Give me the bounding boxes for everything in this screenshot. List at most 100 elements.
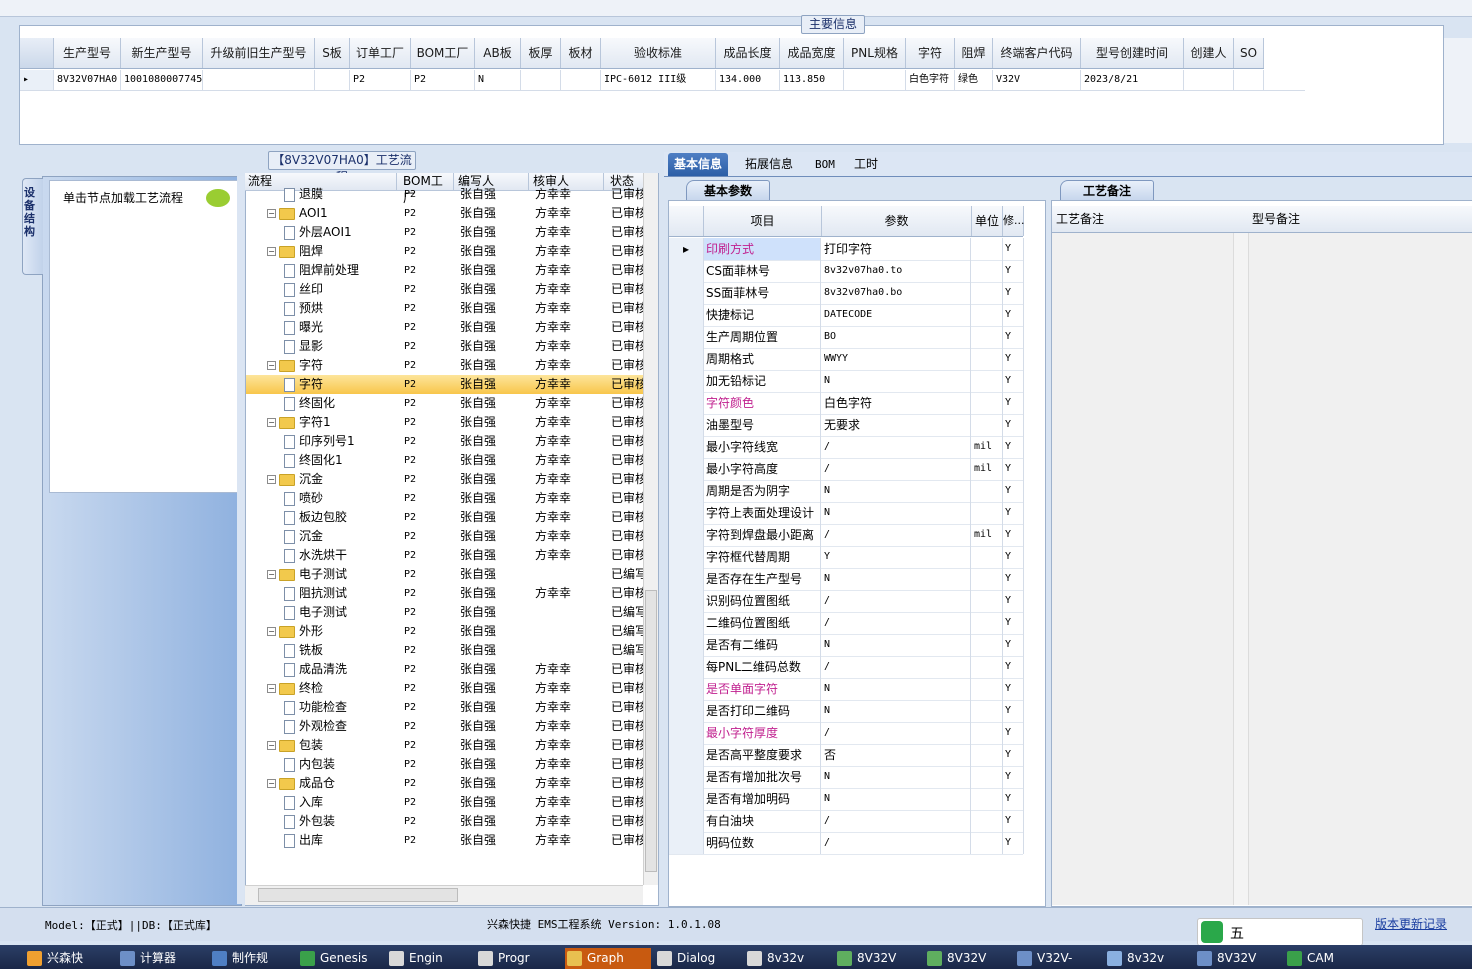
tree-row[interactable]: 电子测试 P2 张自强 已编写 <box>246 603 643 622</box>
process-note-scrollbar[interactable] <box>1233 233 1249 905</box>
tab-basic-info[interactable]: 基本信息 <box>668 153 729 176</box>
param-value[interactable]: N <box>822 634 971 656</box>
main-col-13[interactable]: 字符 <box>906 38 955 68</box>
main-col-8[interactable]: 板材 <box>561 38 601 68</box>
main-col-16[interactable]: 型号创建时间 <box>1081 38 1184 68</box>
main-info-row[interactable]: ▸ 8V32V07HA0 10010800077454 P2 P2 N IPC-6012 I… <box>20 70 1305 91</box>
tree-row[interactable]: 外观检查 P2 张自强 方幸幸 已审核 <box>246 717 643 736</box>
main-col-3[interactable]: S板 <box>315 38 350 68</box>
main-cell-1[interactable]: 10010800077454 <box>121 70 203 90</box>
param-item[interactable]: 是否有二维码 <box>704 634 821 656</box>
tree-vertical-scroll-thumb[interactable] <box>645 590 657 872</box>
main-cell-7[interactable] <box>521 70 561 90</box>
taskbar-button[interactable]: Graph <box>565 948 651 969</box>
param-item[interactable]: 字符上表面处理设计 <box>704 502 821 524</box>
param-row[interactable]: 字符上表面处理设计 N Y <box>669 502 1024 525</box>
tree-row[interactable]: 印序列号1 P2 张自强 方幸幸 已审核 <box>246 432 643 451</box>
tree-node[interactable]: 退膜 <box>284 185 396 204</box>
param-item[interactable]: CS面菲林号 <box>704 260 821 282</box>
tree-row[interactable]: − 字符 P2 张自强 方幸幸 已审核 <box>246 356 643 375</box>
param-row[interactable]: 明码位数 / Y <box>669 832 1024 855</box>
param-row[interactable]: 字符框代替周期 Y Y <box>669 546 1024 569</box>
param-value[interactable]: / <box>822 832 971 854</box>
tree-node[interactable]: 预烘 <box>284 299 396 318</box>
param-item[interactable]: 印刷方式 <box>704 238 821 260</box>
param-row[interactable]: 油墨型号 无要求 Y <box>669 414 1024 437</box>
param-item[interactable]: 最小字符线宽 <box>704 436 821 458</box>
tree-node[interactable]: 成品清洗 <box>284 660 396 679</box>
param-value[interactable]: 否 <box>822 744 971 766</box>
param-value[interactable]: / <box>822 612 971 634</box>
tree-node[interactable]: 电子测试 <box>284 603 396 622</box>
param-item[interactable]: 是否存在生产型号 <box>704 568 821 590</box>
tree-node[interactable]: 终固化1 <box>284 451 396 470</box>
param-value[interactable]: WWYY <box>822 348 971 370</box>
tree-row[interactable]: 丝印 P2 张自强 方幸幸 已审核 <box>246 280 643 299</box>
param-value[interactable]: N <box>822 370 971 392</box>
col-unit[interactable]: 单位 <box>972 206 1003 236</box>
tree-node[interactable]: − 字符1 <box>267 413 395 432</box>
main-cell-16[interactable]: 2023/8/21 <box>1081 70 1184 90</box>
main-cell-5[interactable]: P2 <box>411 70 475 90</box>
tree-node[interactable]: − 成品仓 <box>267 774 395 793</box>
taskbar-button[interactable]: 8V32V <box>835 948 921 969</box>
main-cell-15[interactable]: V32V <box>993 70 1081 90</box>
main-col-10[interactable]: 成品长度 <box>716 38 780 68</box>
tree-row[interactable]: 外层AOI1 P2 张自强 方幸幸 已审核 <box>246 223 643 242</box>
param-value[interactable]: / <box>822 458 971 480</box>
tree-row[interactable]: 字符 P2 张自强 方幸幸 已审核 <box>246 375 643 394</box>
tree-row[interactable]: 水洗烘干 P2 张自强 方幸幸 已审核 <box>246 546 643 565</box>
param-value[interactable]: DATECODE <box>822 304 971 326</box>
param-value[interactable]: 打印字符 <box>822 238 971 260</box>
tree-node[interactable]: 水洗烘干 <box>284 546 396 565</box>
main-cell-13[interactable]: 白色字符 <box>906 70 955 90</box>
expand-icon[interactable]: − <box>267 475 276 484</box>
tree-node[interactable]: − 电子测试 <box>267 565 395 584</box>
param-row[interactable]: 是否打印二维码 N Y <box>669 700 1024 723</box>
param-item[interactable]: 最小字符厚度 <box>704 722 821 744</box>
taskbar-button[interactable]: 8V32V <box>1195 948 1281 969</box>
tab-bom[interactable]: BOM <box>809 153 841 176</box>
param-row[interactable]: 每PNL二维码总数 / Y <box>669 656 1024 679</box>
tree-row[interactable]: 曝光 P2 张自强 方幸幸 已审核 <box>246 318 643 337</box>
tree-node[interactable]: 入库 <box>284 793 396 812</box>
expand-icon[interactable]: − <box>267 779 276 788</box>
main-col-7[interactable]: 板厚 <box>521 38 561 68</box>
main-col-5[interactable]: BOM工厂 <box>411 38 475 68</box>
param-row[interactable]: 是否有二维码 N Y <box>669 634 1024 657</box>
tree-row[interactable]: 板边包胶 P2 张自强 方幸幸 已审核 <box>246 508 643 527</box>
tree-node[interactable]: 出库 <box>284 831 396 850</box>
device-tree-box[interactable] <box>49 180 238 493</box>
param-row[interactable]: 最小字符线宽 / mil Y <box>669 436 1024 459</box>
main-col-1[interactable]: 新生产型号 <box>121 38 203 68</box>
tree-row[interactable]: − 包装 P2 张自强 方幸幸 已审核 <box>246 736 643 755</box>
tree-row[interactable]: 阻抗测试 P2 张自强 方幸幸 已审核 <box>246 584 643 603</box>
tree-row[interactable]: 内包装 P2 张自强 方幸幸 已审核 <box>246 755 643 774</box>
tree-row[interactable]: 阻焊前处理 P2 张自强 方幸幸 已审核 <box>246 261 643 280</box>
taskbar-button[interactable]: CAM <box>1285 948 1369 969</box>
taskbar-button[interactable]: 8V32V <box>925 948 1011 969</box>
expand-icon[interactable]: − <box>267 361 276 370</box>
tree-row[interactable]: − 终检 P2 张自强 方幸幸 已审核 <box>246 679 643 698</box>
main-col-18[interactable]: SO <box>1234 38 1264 68</box>
taskbar-button[interactable]: Genesis <box>298 948 384 969</box>
param-value[interactable]: / <box>822 656 971 678</box>
tree-node[interactable]: − 阻焊 <box>267 242 395 261</box>
param-item[interactable]: 是否单面字符 <box>704 678 821 700</box>
param-row[interactable]: 二维码位置图纸 / Y <box>669 612 1024 635</box>
main-col-15[interactable]: 终端客户代码 <box>993 38 1081 68</box>
param-item[interactable]: 二维码位置图纸 <box>704 612 821 634</box>
tree-row[interactable]: 功能检查 P2 张自强 方幸幸 已审核 <box>246 698 643 717</box>
tree-row[interactable]: − 沉金 P2 张自强 方幸幸 已审核 <box>246 470 643 489</box>
tree-horizontal-scroll-thumb[interactable] <box>258 888 458 902</box>
main-cell-6[interactable]: N <box>475 70 521 90</box>
tree-node[interactable]: 沉金 <box>284 527 396 546</box>
tree-node[interactable]: 字符 <box>284 375 396 394</box>
param-row[interactable]: SS面菲林号 8v32v07ha0.bo Y <box>669 282 1024 305</box>
param-row[interactable]: CS面菲林号 8v32v07ha0.to Y <box>669 260 1024 283</box>
taskbar-button[interactable]: Progr <box>476 948 562 969</box>
main-cell-10[interactable]: 134.000 <box>716 70 780 90</box>
param-item[interactable]: 有白油块 <box>704 810 821 832</box>
tree-node[interactable]: − 沉金 <box>267 470 395 489</box>
param-value[interactable]: / <box>822 524 971 546</box>
